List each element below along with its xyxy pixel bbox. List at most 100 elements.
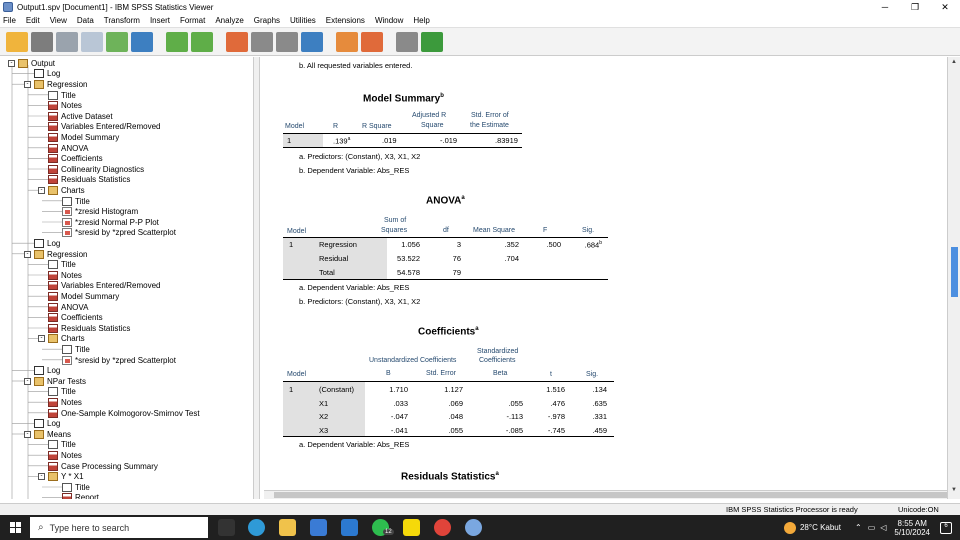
tree-item[interactable]: Title xyxy=(62,482,90,493)
designated-window-icon[interactable] xyxy=(336,31,358,52)
collapse-toggle-icon[interactable]: - xyxy=(38,335,45,343)
clock[interactable]: 8:55 AM 5/10/2024 xyxy=(894,519,930,537)
tree-item[interactable]: Coefficients xyxy=(48,153,103,164)
tree-item[interactable]: - Charts xyxy=(38,185,85,196)
network-icon[interactable]: ▭ xyxy=(868,523,876,532)
task-view-icon[interactable] xyxy=(218,519,235,536)
tree-item[interactable]: Residuals Statistics xyxy=(48,323,130,334)
menu-insert[interactable]: Insert xyxy=(150,16,170,25)
scroll-thumb[interactable] xyxy=(951,247,958,297)
menu-file[interactable]: File xyxy=(3,16,16,25)
menu-extensions[interactable]: Extensions xyxy=(326,16,365,25)
tree-item[interactable]: *sresid by *zpred Scatterplot xyxy=(62,355,176,366)
print-icon[interactable] xyxy=(56,31,78,52)
tree-item[interactable]: Title xyxy=(48,259,76,270)
tree-item[interactable]: Title xyxy=(48,440,76,451)
taskbar-search[interactable]: ⌕ Type here to search xyxy=(30,517,208,538)
store-icon[interactable] xyxy=(310,519,327,536)
menu-graphs[interactable]: Graphs xyxy=(254,16,280,25)
minimize-button[interactable]: ─ xyxy=(870,0,900,14)
tree-item[interactable]: - Regression xyxy=(24,79,87,90)
recall-dialog-icon[interactable] xyxy=(131,31,153,52)
file-explorer-icon[interactable] xyxy=(279,519,296,536)
tree-item[interactable]: Notes xyxy=(48,270,82,281)
collapse-toggle-icon[interactable]: - xyxy=(8,59,15,67)
tree-item[interactable]: - Regression xyxy=(24,249,87,260)
save-icon[interactable] xyxy=(31,31,53,52)
menu-help[interactable]: Help xyxy=(413,16,429,25)
tree-item[interactable]: - Means xyxy=(24,429,71,440)
tree-item[interactable]: One-Sample Kolmogorov-Smirnov Test xyxy=(48,408,200,419)
menu-window[interactable]: Window xyxy=(375,16,403,25)
menu-edit[interactable]: Edit xyxy=(26,16,40,25)
tree-item[interactable]: Notes xyxy=(48,450,82,461)
tree-item[interactable]: Model Summary xyxy=(48,291,119,302)
tree-item[interactable]: Notes xyxy=(48,397,82,408)
goto-data-icon[interactable] xyxy=(226,31,248,52)
menu-transform[interactable]: Transform xyxy=(104,16,140,25)
tree-item[interactable]: - Output xyxy=(8,58,55,69)
tree-item[interactable]: Log xyxy=(34,365,60,376)
print-preview-icon[interactable] xyxy=(81,31,103,52)
goto-variable-icon[interactable] xyxy=(276,31,298,52)
collapse-toggle-icon[interactable]: - xyxy=(24,377,31,385)
sticky-notes-icon[interactable] xyxy=(403,519,420,536)
menu-analyze[interactable]: Analyze xyxy=(215,16,243,25)
tree-item[interactable]: *zresid Normal P-P Plot xyxy=(62,217,159,228)
collapse-toggle-icon[interactable]: - xyxy=(38,186,45,194)
tree-item[interactable]: Coefficients xyxy=(48,312,103,323)
edge-icon[interactable] xyxy=(248,519,265,536)
collapse-toggle-icon[interactable]: - xyxy=(38,473,45,481)
tree-item[interactable]: - NPar Tests xyxy=(24,376,86,387)
chevron-up-icon[interactable]: ⌃ xyxy=(855,523,862,532)
collapse-toggle-icon[interactable]: - xyxy=(24,430,31,438)
maximize-button[interactable]: ❐ xyxy=(900,0,930,14)
weather-icon[interactable] xyxy=(783,521,796,534)
tree-item[interactable]: Title xyxy=(62,196,90,207)
menu-utilities[interactable]: Utilities xyxy=(290,16,316,25)
variables-icon[interactable] xyxy=(301,31,323,52)
volume-icon[interactable]: ◁ xyxy=(880,523,886,532)
windows-start-icon[interactable] xyxy=(10,522,21,533)
undo-icon[interactable] xyxy=(166,31,188,52)
tree-item[interactable]: Model Summary xyxy=(48,132,119,143)
close-button[interactable]: ✕ xyxy=(930,0,960,14)
tree-item[interactable]: ANOVA xyxy=(48,143,88,154)
menu-format[interactable]: Format xyxy=(180,16,205,25)
tree-item[interactable]: Log xyxy=(34,238,60,249)
goto-case-icon[interactable] xyxy=(251,31,273,52)
tree-item[interactable]: Title xyxy=(48,90,76,101)
tree-item[interactable]: Active Dataset xyxy=(48,111,113,122)
tree-item[interactable]: Log xyxy=(34,418,60,429)
tree-item[interactable]: - Y * X1 xyxy=(38,471,84,482)
tree-item[interactable]: Collinearity Diagnostics xyxy=(48,164,144,175)
collapse-toggle-icon[interactable]: - xyxy=(24,80,31,88)
menu-data[interactable]: Data xyxy=(77,16,94,25)
vertical-scrollbar[interactable]: ▲ ▼ xyxy=(947,57,960,499)
tree-item[interactable]: Notes xyxy=(48,100,82,111)
export-icon[interactable] xyxy=(106,31,128,52)
tree-item[interactable]: Log xyxy=(34,69,60,80)
tree-item[interactable]: - Charts xyxy=(38,334,85,345)
tree-item[interactable]: ANOVA xyxy=(48,302,88,313)
tree-item[interactable]: Report xyxy=(62,493,99,499)
tree-item[interactable]: *zresid Histogram xyxy=(62,206,138,217)
insert-heading-icon[interactable] xyxy=(421,31,443,52)
notifications-icon[interactable]: 6 xyxy=(940,521,952,534)
spss-taskbar-icon[interactable] xyxy=(465,519,482,536)
tree-item[interactable]: Case Processing Summary xyxy=(48,461,158,472)
horizontal-scrollbar[interactable] xyxy=(264,490,960,499)
scroll-up-icon[interactable]: ▲ xyxy=(951,59,957,65)
weather-text[interactable]: 28°C Kabut xyxy=(800,523,841,532)
menu-view[interactable]: View xyxy=(50,16,67,25)
open-folder-icon[interactable] xyxy=(6,31,28,52)
tree-item[interactable]: *sresid by *zpred Scatterplot xyxy=(62,228,176,239)
tree-item[interactable]: Residuals Statistics xyxy=(48,175,130,186)
scroll-down-icon[interactable]: ▼ xyxy=(951,487,957,493)
redo-icon[interactable] xyxy=(191,31,213,52)
chrome-icon[interactable] xyxy=(434,519,451,536)
promote-icon[interactable] xyxy=(396,31,418,52)
tree-item[interactable]: Title xyxy=(48,387,76,398)
mail-icon[interactable] xyxy=(341,519,358,536)
collapse-toggle-icon[interactable]: - xyxy=(24,250,31,258)
